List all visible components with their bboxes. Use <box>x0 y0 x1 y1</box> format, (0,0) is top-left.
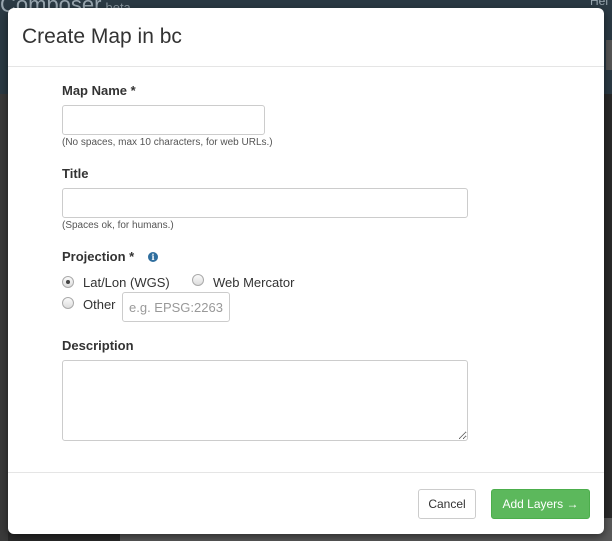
map-name-label: Map Name * <box>62 83 136 98</box>
create-map-modal: Create Map in bc Map Name * (No spaces, … <box>8 8 604 534</box>
radio-other[interactable] <box>62 297 74 309</box>
other-projection-input[interactable] <box>122 292 230 322</box>
modal-title: Create Map in bc <box>22 25 182 48</box>
radio-latlon[interactable] <box>62 276 74 288</box>
background-help-link: Hel <box>589 0 608 8</box>
background-sidebar <box>0 94 8 541</box>
radio-web-mercator[interactable] <box>192 274 204 286</box>
title-help: (Spaces ok, for humans.) <box>62 220 174 231</box>
description-label: Description <box>62 338 134 353</box>
title-input[interactable] <box>62 188 468 218</box>
description-textarea[interactable] <box>62 360 468 441</box>
modal-header: Create Map in bc <box>8 8 604 67</box>
radio-latlon-label: Lat/Lon (WGS) <box>83 275 170 290</box>
projection-label: Projection * <box>62 249 135 264</box>
title-label: Title <box>62 166 89 181</box>
radio-other-label: Other <box>83 297 116 312</box>
map-name-input[interactable] <box>62 105 265 135</box>
modal-footer: Cancel Add Layers → <box>8 472 604 535</box>
add-layers-button[interactable]: Add Layers → <box>491 489 590 519</box>
radio-web-mercator-label: Web Mercator <box>213 275 295 290</box>
map-name-help: (No spaces, max 10 characters, for web U… <box>62 137 273 148</box>
cancel-button[interactable]: Cancel <box>418 489 476 519</box>
info-icon[interactable]: i <box>148 252 158 262</box>
background-strip <box>606 40 612 70</box>
